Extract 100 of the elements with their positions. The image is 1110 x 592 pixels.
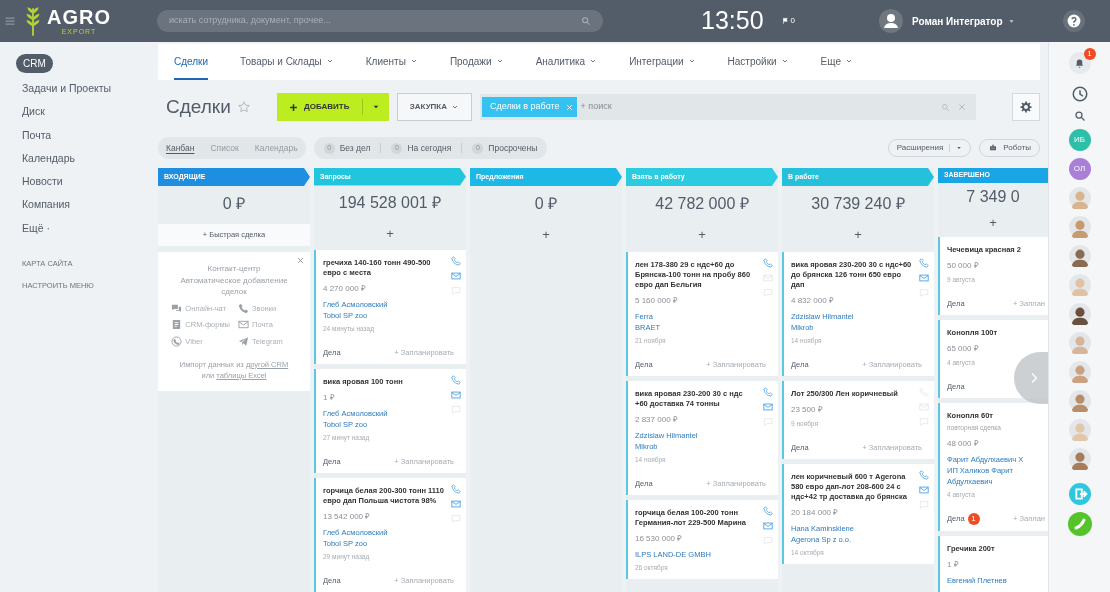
activities-badge: 1 [967,513,980,525]
sidebar-item[interactable]: Ещё · [22,220,50,245]
chevron-down-icon [687,57,696,65]
mail-icon[interactable] [919,273,929,283]
counter-label: На сегодня [407,141,452,155]
clock-icon[interactable] [1070,85,1089,103]
nav-tab[interactable]: Товары и Склады [240,44,334,80]
mail-icon [238,319,249,331]
deal-amount: 4 832 000 ₽ [791,295,834,307]
deal-amount: 2 837 000 ₽ [635,414,678,426]
close-icon[interactable] [297,257,304,264]
mail-icon[interactable] [919,485,929,495]
chevron-down-icon [589,57,598,65]
sidebar-item[interactable]: Календарь [22,150,75,175]
sidebar-item[interactable]: CRM [16,54,53,73]
add-button-label: ДОБАВИТЬ [304,101,350,113]
help-icon[interactable] [1062,10,1085,32]
phone-icon[interactable] [919,258,929,268]
column-total: 0 ₽ [221,194,247,214]
deal-amount: 65 000 ₽ [947,343,979,356]
quick-add-button[interactable]: + [854,225,862,245]
nav-tab[interactable]: Аналитика [535,44,598,80]
caret-icon [1007,17,1015,25]
category-button[interactable]: ЗАКУПКА [396,93,473,121]
sidebar-item[interactable]: Новости [22,174,63,198]
phone-call-icon[interactable] [1067,512,1092,536]
phone-icon [238,303,249,315]
settings-icon [1020,101,1032,113]
view-tab[interactable]: Канбан [166,141,195,155]
column-total: 0 ₽ [533,194,559,214]
menu-icon[interactable] [4,15,16,27]
star-icon[interactable] [236,100,251,114]
user-name[interactable]: Роман Интегратор [912,13,1003,29]
chevron-down-icon [495,57,504,65]
robots-label: Роботы [1003,142,1031,154]
paper-plane-icon [238,335,249,347]
filter-tag-label: Сделки в работе [490,100,560,114]
chevron-down-icon [325,57,334,65]
mail-icon[interactable] [763,521,773,531]
phone-icon[interactable] [451,256,461,266]
chat-bubbles-icon [171,303,183,315]
deal-amount: 16 530 000 ₽ [635,533,683,545]
nav-tab[interactable]: Настройки [727,44,789,80]
add-button[interactable]: ДОБАВИТЬ [276,93,389,121]
sidebar-item[interactable]: Задачи и Проекты [22,81,112,105]
search-placeholder: искать сотрудника, документ, прочее... [169,14,332,28]
filter-placeholder: + поиск [580,100,613,114]
robot-icon [988,144,999,152]
plus-icon [289,102,299,112]
deal-amount: 23 500 ₽ [791,404,823,416]
mail-icon[interactable] [451,390,461,400]
bell-icon [1074,57,1085,69]
notifications-button[interactable] [1068,52,1091,74]
search-icon [581,16,591,26]
form-icon [171,319,183,331]
exit-icon[interactable] [1068,483,1091,505]
sidebar-item[interactable]: Компания [22,197,71,221]
flag-icon [781,17,789,25]
counter-label: Просрочены [488,141,538,155]
column-total: 194 528 001 ₽ [337,193,443,214]
chevron-down-icon [844,57,853,65]
chevron-down-icon [780,57,789,65]
phone-icon[interactable] [763,387,773,397]
quick-add-button[interactable]: + [386,223,394,244]
widget-title: Контакт-центр [207,263,261,275]
mail-icon[interactable] [451,499,461,509]
caret-icon [956,145,963,151]
settings-button[interactable] [1012,93,1040,121]
sidebar-item[interactable]: Почта [22,127,52,151]
quick-add-button[interactable]: + [698,225,706,245]
phone-icon[interactable] [763,258,773,268]
phone-circle-icon [171,335,183,347]
nav-tab[interactable]: Интеграции [629,44,696,80]
mail-icon[interactable] [763,402,773,412]
flag-count: 0 [790,15,795,27]
column-total: 30 739 240 ₽ [810,194,906,214]
deal-amount: 13 542 000 ₽ [323,511,371,523]
sidebar-item[interactable]: Диск [22,104,45,128]
quick-add-button[interactable]: + [989,213,997,233]
phone-icon[interactable] [763,506,773,516]
nav-tab[interactable]: Продажи [449,44,504,80]
counter-label: Без дел [339,141,371,155]
mail-icon[interactable] [451,271,461,281]
extensions-label: Расширения [896,142,944,154]
deal-amount: 48 000 ₽ [947,438,979,451]
avatar-icon[interactable] [1068,303,1091,325]
avatar-icon[interactable] [1068,448,1091,470]
search-icon[interactable] [1073,110,1086,122]
phone-icon[interactable] [451,375,461,385]
nav-tab[interactable]: Еще [820,44,853,80]
caret-icon [371,103,380,111]
phone-icon[interactable] [451,484,461,494]
nav-tab[interactable]: Клиенты [365,44,418,80]
quick-add-button[interactable]: + [542,225,550,245]
close-icon [565,103,573,111]
nav-tab[interactable]: Сделки [174,44,209,80]
avatar-icon[interactable] [1068,245,1091,267]
notification-badge: 1 [1083,48,1096,60]
phone-icon[interactable] [919,470,929,480]
deal-amount: 5 160 000 ₽ [635,295,678,307]
